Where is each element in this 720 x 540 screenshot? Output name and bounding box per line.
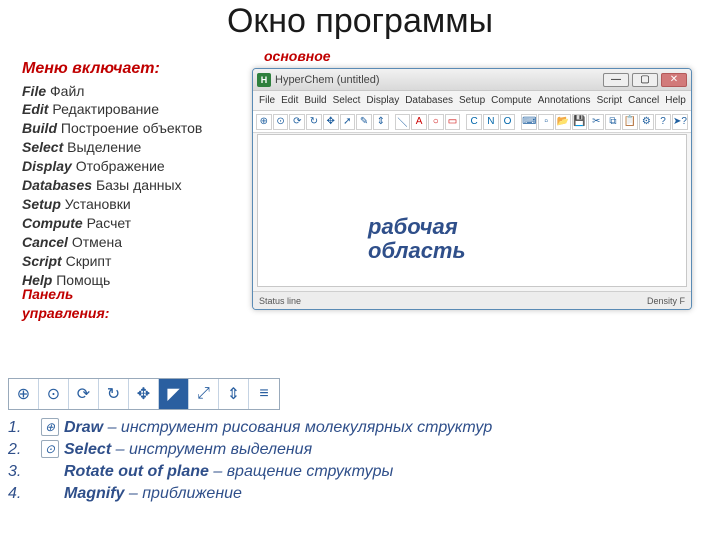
tool-paste-icon[interactable]: 📋 [622, 114, 638, 130]
tool-rect-icon[interactable]: ▭ [445, 114, 461, 130]
tool-zoomin-icon[interactable]: ✎ [356, 114, 372, 130]
tool-new-icon[interactable]: ▫ [538, 114, 554, 130]
work-area[interactable]: рабочая область [257, 134, 687, 287]
tool-pointer-icon[interactable]: ➤? [672, 114, 688, 130]
tool-draw-icon[interactable]: ⊕ [256, 114, 272, 130]
ctrl-clip-icon[interactable]: ≡ [249, 379, 279, 409]
close-button[interactable]: ✕ [661, 73, 687, 87]
maximize-button[interactable]: ▢ [632, 73, 658, 87]
tool-cut-icon[interactable]: ✂ [588, 114, 604, 130]
tool-o-icon[interactable]: O [500, 114, 516, 130]
menu-file[interactable]: File [259, 95, 275, 106]
left-subhead: Панель управления: [22, 285, 232, 323]
tool-open-icon[interactable]: 📂 [555, 114, 571, 130]
tool-prefs-icon[interactable]: ⚙ [639, 114, 655, 130]
list-item: 3. Rotate out of plane – вращение структ… [8, 462, 708, 482]
ctrl-translate-icon[interactable]: ✥ [129, 379, 159, 409]
mini-draw-icon: ⊕ [41, 418, 59, 436]
tool-c-icon[interactable]: C [466, 114, 482, 130]
tool-help-icon[interactable]: ? [655, 114, 671, 130]
ctrl-zoomout-icon[interactable]: ⇕ [219, 379, 249, 409]
tool-zoomout-icon[interactable]: ⇕ [373, 114, 389, 130]
tool-text-a-icon[interactable]: A [411, 114, 427, 130]
menu-edit[interactable]: Edit [281, 95, 298, 106]
control-strip: ⊕ ⊙ ⟳ ↻ ✥ ◤ ⤢ ⇕ ≡ [8, 378, 280, 410]
tool-line-icon[interactable]: ＼ [395, 114, 411, 130]
menu-annotations[interactable]: Annotations [538, 95, 591, 106]
menu-help[interactable]: Help [665, 95, 686, 106]
tool-select-icon[interactable]: ⊙ [273, 114, 289, 130]
left-menu-panel: Меню включает: File Файл Edit Редактиров… [22, 58, 232, 323]
status-right: Density F [647, 296, 685, 306]
tool-circle-icon[interactable]: ○ [428, 114, 444, 130]
tool-rotatez-icon[interactable]: ↻ [306, 114, 322, 130]
list-item: 1. ⊕ Draw – инструмент рисования молекул… [8, 418, 708, 438]
menu-setup[interactable]: Setup [459, 95, 485, 106]
ctrl-zoomin-icon[interactable]: ⤢ [189, 379, 219, 409]
menu-bar[interactable]: File Edit Build Select Display Databases… [253, 91, 691, 111]
tool-rotate-icon[interactable]: ⟳ [289, 114, 305, 130]
tool-save-icon[interactable]: 💾 [572, 114, 588, 130]
menu-build[interactable]: Build [304, 95, 326, 106]
tool-arrow-icon[interactable]: ➚ [340, 114, 356, 130]
titlebar: H HyperChem (untitled) — ▢ ✕ [253, 69, 691, 91]
page-title: Окно программы [0, 2, 720, 41]
list-item: 2. ⊙ Select – инструмент выделения [8, 440, 708, 460]
toolbar: ⊕ ⊙ ⟳ ↻ ✥ ➚ ✎ ⇕ ＼ A ○ ▭ C N O ⌨ ▫ 📂 💾 ✂ … [253, 111, 691, 133]
minimize-button[interactable]: — [603, 73, 629, 87]
status-bar: Status line Density F [253, 291, 691, 309]
app-icon: H [257, 73, 271, 87]
menu-display[interactable]: Display [366, 95, 399, 106]
menu-databases[interactable]: Databases [405, 95, 453, 106]
status-left: Status line [259, 296, 301, 306]
ctrl-magnify-icon[interactable]: ◤ [159, 379, 189, 409]
window-title: HyperChem (untitled) [275, 74, 600, 86]
tools-list: 1. ⊕ Draw – инструмент рисования молекул… [8, 418, 708, 506]
menu-cancel[interactable]: Cancel [628, 95, 659, 106]
tool-translate-icon[interactable]: ✥ [323, 114, 339, 130]
list-item: 4. Magnify – приближение [8, 484, 708, 504]
menu-script[interactable]: Script [597, 95, 623, 106]
ctrl-select-icon[interactable]: ⊙ [39, 379, 69, 409]
menu-compute[interactable]: Compute [491, 95, 532, 106]
ctrl-draw-icon[interactable]: ⊕ [9, 379, 39, 409]
ann-work-area: рабочая область [368, 215, 466, 263]
tool-calc-icon[interactable]: ⌨ [521, 114, 537, 130]
menu-select[interactable]: Select [333, 95, 361, 106]
tool-copy-icon[interactable]: ⧉ [605, 114, 621, 130]
ctrl-rotatexy-icon[interactable]: ⟳ [69, 379, 99, 409]
mini-select-icon: ⊙ [41, 440, 59, 458]
left-title: Меню включает: [22, 58, 232, 80]
ctrl-rotatez-icon[interactable]: ↻ [99, 379, 129, 409]
tool-n-icon[interactable]: N [483, 114, 499, 130]
app-window: H HyperChem (untitled) — ▢ ✕ File Edit B… [252, 68, 692, 310]
